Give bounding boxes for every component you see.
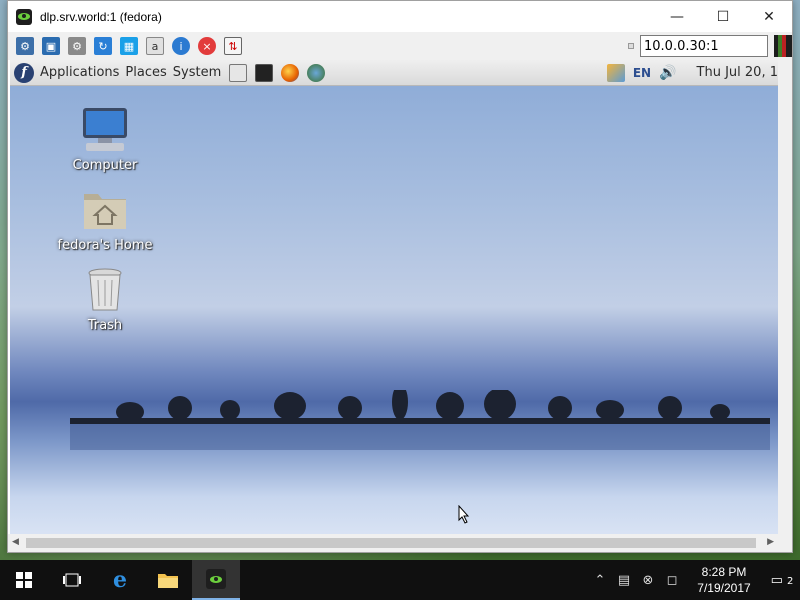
vnc-viewer-taskbar-button[interactable]	[192, 560, 240, 600]
taskbar-time: 8:28 PM	[701, 565, 747, 579]
system-tray: ⌃ ▤ ⊗ ◻ 8:28 PM 7/19/2017 ▭ 2	[588, 564, 800, 596]
desktop-icon-home[interactable]: fedora's Home	[50, 186, 160, 253]
window-title: dlp.srv.world:1 (fedora)	[40, 9, 162, 24]
window-titlebar[interactable]: dlp.srv.world:1 (fedora) — ☐ ✕	[8, 1, 792, 32]
fedora-logo-icon[interactable]: f	[14, 62, 34, 83]
maximize-button[interactable]: ☐	[700, 1, 746, 32]
gnome-top-panel: f Applications Places System EN 🔊 Thu Ju…	[10, 60, 778, 86]
maximize-icon: ☐	[716, 8, 730, 25]
desktop-icon-trash[interactable]: Trash	[50, 266, 160, 333]
task-view-button[interactable]	[48, 560, 96, 600]
windows-taskbar: e ⌃ ▤ ⊗ ◻ 8:28 PM 7/19/2017 ▭ 2	[0, 560, 800, 600]
network-icon[interactable]	[307, 63, 326, 82]
taskbar-clock[interactable]: 8:28 PM 7/19/2017	[684, 564, 764, 596]
close-icon: ✕	[763, 8, 775, 25]
edge-icon: e	[113, 567, 127, 593]
windows-key-icon[interactable]: ▦	[120, 37, 138, 55]
close-button[interactable]: ✕	[746, 1, 792, 32]
terminal-icon[interactable]	[255, 63, 274, 82]
desktop-label-home: fedora's Home	[57, 238, 153, 253]
panel-clock[interactable]: Thu Jul 20, 1	[697, 65, 778, 80]
menu-places[interactable]: Places	[125, 65, 166, 80]
notification-count: 2	[787, 575, 794, 587]
clipboard-icon[interactable]: a	[146, 37, 164, 55]
computer-icon	[83, 108, 127, 151]
chevron-up-icon[interactable]: ⌃	[588, 573, 612, 588]
action-center-button[interactable]: ▭ 2	[764, 573, 800, 588]
edge-button[interactable]: e	[96, 560, 144, 600]
options-icon[interactable]: ⚙	[16, 37, 34, 55]
start-icon	[16, 572, 32, 588]
vnc-app-icon	[16, 8, 32, 25]
battery-icon[interactable]: ◻	[660, 573, 684, 588]
scroll-left-icon[interactable]: ◀	[12, 537, 19, 547]
desktop-icon-computer[interactable]: Computer	[50, 106, 160, 173]
taskbar-date: 7/19/2017	[697, 581, 751, 595]
settings-gear-icon[interactable]: ⚙	[68, 37, 86, 55]
start-button[interactable]	[0, 560, 48, 600]
home-folder-icon	[84, 194, 126, 229]
task-view-icon	[63, 573, 81, 587]
minimize-button[interactable]: —	[654, 1, 700, 32]
menu-system[interactable]: System	[173, 65, 221, 80]
fullscreen-icon[interactable]: ▣	[42, 37, 60, 55]
network-tray-icon[interactable]: ▤	[612, 573, 636, 588]
file-explorer-button[interactable]	[144, 560, 192, 600]
mouse-cursor-icon	[458, 505, 470, 524]
wallpaper-tree-line	[70, 390, 770, 450]
remote-desktop[interactable]: f Applications Places System EN 🔊 Thu Ju…	[10, 60, 778, 535]
package-updates-icon[interactable]	[606, 63, 625, 82]
trash-icon	[88, 268, 122, 311]
volume-icon[interactable]: 🔊	[659, 65, 676, 81]
firefox-icon[interactable]	[281, 63, 300, 82]
file-transfer-icon[interactable]: ⇅	[224, 37, 242, 55]
info-icon[interactable]: i	[172, 37, 190, 55]
connect-icon[interactable]	[774, 35, 792, 57]
desktop-label-trash: Trash	[87, 318, 123, 333]
vnc-viewer-icon	[206, 569, 226, 589]
desktop-label-computer: Computer	[72, 158, 138, 173]
horizontal-scroll-thumb[interactable]	[26, 538, 756, 548]
text-editor-icon[interactable]	[229, 63, 248, 82]
minimize-icon: —	[670, 8, 684, 25]
keyboard-language[interactable]: EN	[633, 66, 651, 80]
host-address-field[interactable]	[640, 35, 768, 57]
scroll-right-icon[interactable]: ▶	[767, 537, 774, 547]
volume-muted-icon[interactable]: ⊗	[636, 573, 660, 588]
notification-icon: ▭	[770, 572, 783, 588]
refresh-icon[interactable]: ↻	[94, 37, 112, 55]
file-explorer-icon	[158, 574, 178, 588]
vnc-toolbar: ⚙ ▣ ⚙ ↻ ▦ a i × ⇅	[8, 32, 792, 60]
horizontal-scrollbar[interactable]: ◀ ▶	[8, 534, 792, 552]
toolbar-separator	[628, 43, 634, 49]
menu-applications[interactable]: Applications	[40, 65, 119, 80]
disconnect-icon[interactable]: ×	[198, 37, 216, 55]
vertical-scrollbar[interactable]	[778, 60, 792, 535]
vnc-viewer-window: dlp.srv.world:1 (fedora) — ☐ ✕ ⚙ ▣ ⚙ ↻ ▦…	[7, 0, 793, 553]
